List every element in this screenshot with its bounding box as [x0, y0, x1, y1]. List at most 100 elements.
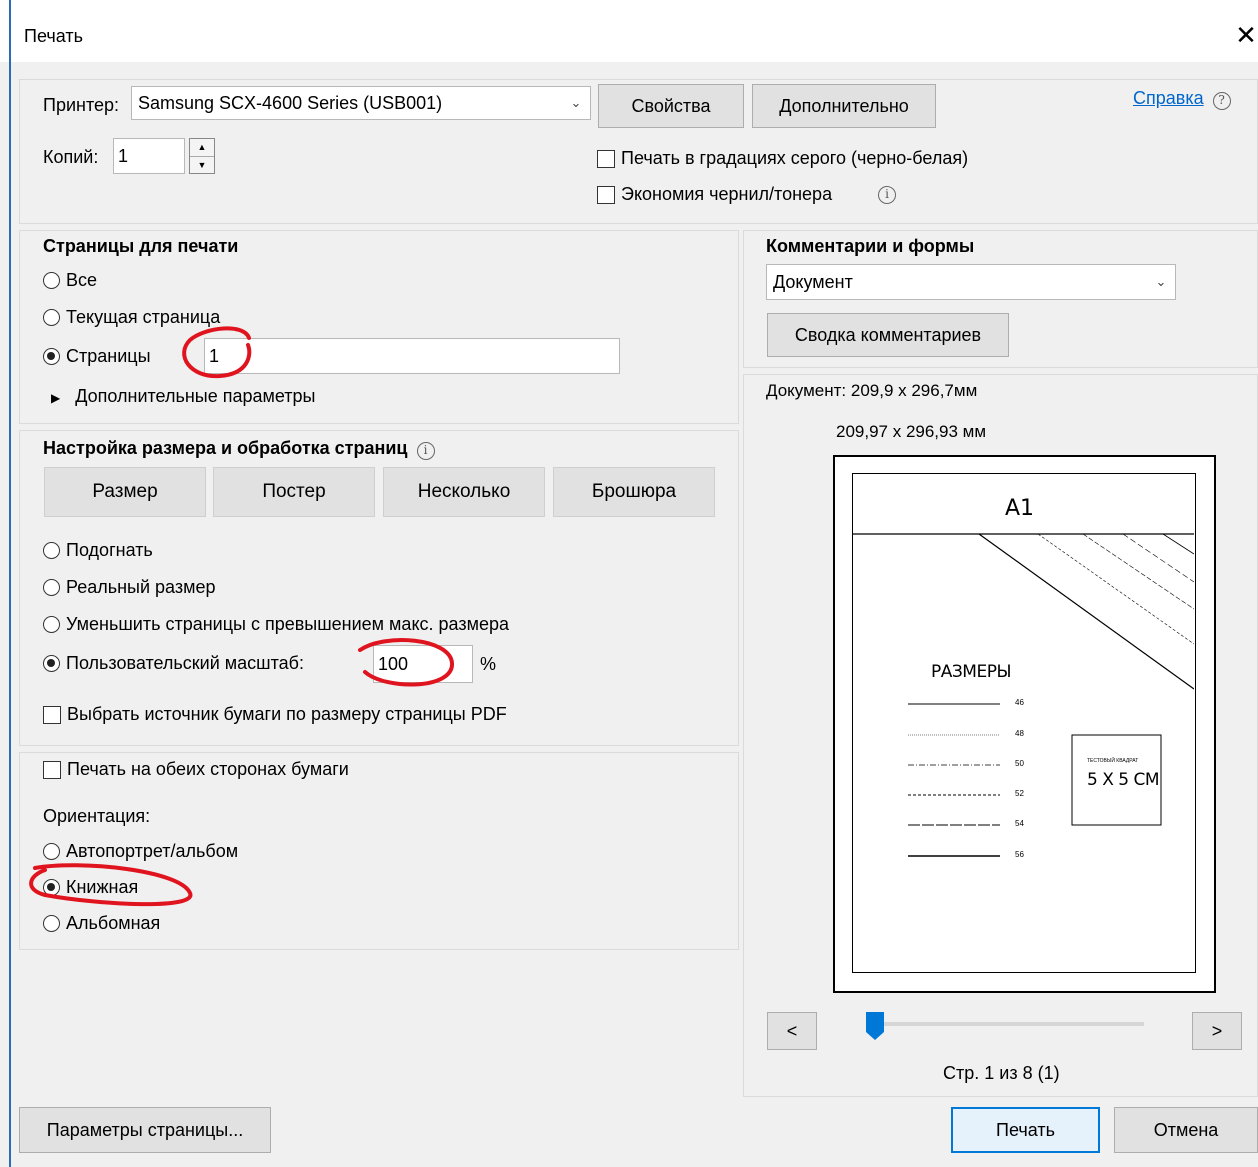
radio-landscape[interactable]: Альбомная: [43, 913, 160, 934]
chevron-down-icon: ⌄: [1155, 274, 1167, 289]
preview-page-title: A1: [1005, 496, 1035, 521]
page-preview: A1 РАЗМЕРЫ 46 48 50 52 54 56 ТЕСТОВЫЙ КВ…: [852, 473, 1196, 973]
chevron-down-icon: ⌄: [570, 95, 582, 110]
checkbox-box[interactable]: [43, 760, 61, 779]
radio-dot-selected[interactable]: [43, 879, 60, 896]
copies-stepper[interactable]: ▲ ▼: [189, 138, 215, 174]
save-ink-label: Экономия чернил/тонера: [621, 184, 833, 204]
radio-portrait-label: Книжная: [66, 877, 139, 897]
next-page-button[interactable]: >: [1192, 1012, 1242, 1050]
advanced-button[interactable]: Дополнительно: [752, 84, 936, 128]
help-icon[interactable]: ?: [1212, 92, 1231, 110]
help-link-wrap: Справка ?: [1133, 88, 1231, 110]
radio-dot-selected[interactable]: [43, 655, 60, 672]
preview-sizes-heading: РАЗМЕРЫ: [931, 662, 1011, 682]
preview-box-text: 5 X 5 СМ: [1087, 770, 1160, 790]
paper-size: 209,97 x 296,93 мм: [836, 422, 987, 441]
more-options-toggle[interactable]: ▶ Дополнительные параметры: [51, 386, 316, 407]
printer-label: Принтер:: [43, 95, 120, 115]
grayscale-label: Печать в градациях серого (черно-белая): [621, 148, 969, 168]
radio-page-range[interactable]: Страницы: [43, 346, 151, 367]
preview-size-label: 50: [1015, 759, 1024, 768]
comments-summary-button[interactable]: Сводка комментариев: [767, 313, 1009, 357]
page-range-input[interactable]: 1: [204, 338, 620, 374]
radio-dot[interactable]: [43, 579, 60, 596]
copies-label: Копий:: [43, 147, 99, 167]
percent-label: %: [480, 654, 497, 674]
radio-landscape-label: Альбомная: [66, 913, 161, 933]
preview-size-label: 52: [1015, 789, 1024, 798]
radio-fit[interactable]: Подогнать: [43, 540, 153, 561]
radio-dot[interactable]: [43, 843, 60, 860]
paper-source-checkbox[interactable]: Выбрать источник бумаги по размеру стран…: [43, 704, 507, 725]
paper-source-label: Выбрать источник бумаги по размеру стран…: [67, 704, 507, 724]
preview-size-label: 46: [1015, 698, 1024, 707]
tab-size[interactable]: Размер: [44, 467, 206, 517]
stepper-down-icon[interactable]: ▼: [190, 157, 214, 174]
radio-custom-scale[interactable]: Пользовательский масштаб:: [43, 653, 304, 674]
duplex-checkbox[interactable]: Печать на обеих сторонах бумаги: [43, 759, 349, 780]
radio-auto-orientation[interactable]: Автопортрет/альбом: [43, 841, 238, 862]
sizing-title-text: Настройка размера и обработка страниц: [43, 438, 408, 458]
sizing-section-title: Настройка размера и обработка страниц i: [43, 438, 435, 460]
stepper-up-icon[interactable]: ▲: [190, 139, 214, 157]
radio-dot[interactable]: [43, 616, 60, 633]
copies-input[interactable]: 1: [113, 138, 185, 174]
tab-multiple[interactable]: Несколько: [383, 467, 545, 517]
comments-select-value: Документ: [773, 271, 853, 292]
checkbox-box[interactable]: [43, 705, 61, 724]
cancel-button[interactable]: Отмена: [1114, 1107, 1258, 1153]
save-ink-checkbox[interactable]: Экономия чернил/тонера i: [597, 184, 897, 205]
radio-dot-selected[interactable]: [43, 348, 60, 365]
help-link[interactable]: Справка: [1133, 88, 1204, 108]
radio-all-pages[interactable]: Все: [43, 270, 97, 291]
radio-custom-scale-label: Пользовательский масштаб:: [66, 653, 304, 673]
tab-poster[interactable]: Постер: [213, 467, 375, 517]
duplex-label: Печать на обеих сторонах бумаги: [67, 759, 349, 779]
prev-page-button[interactable]: <: [767, 1012, 817, 1050]
radio-portrait[interactable]: Книжная: [43, 877, 138, 898]
printer-select[interactable]: Samsung SCX-4600 Series (USB001) ⌄: [131, 86, 591, 120]
pages-section-title: Страницы для печати: [43, 236, 239, 256]
radio-shrink[interactable]: Уменьшить страницы с превышением макс. р…: [43, 614, 509, 635]
preview-size-label: 48: [1015, 729, 1024, 738]
page-setup-button[interactable]: Параметры страницы...: [19, 1107, 271, 1153]
page-slider-track[interactable]: [874, 1022, 1144, 1026]
radio-shrink-label: Уменьшить страницы с превышением макс. р…: [66, 614, 510, 634]
more-options-label: Дополнительные параметры: [75, 386, 316, 406]
info-icon[interactable]: i: [416, 442, 435, 460]
page-slider-thumb[interactable]: [866, 1012, 884, 1040]
radio-actual-size[interactable]: Реальный размер: [43, 577, 216, 598]
printer-select-value: Samsung SCX-4600 Series (USB001): [138, 92, 443, 113]
preview-box-caption: ТЕСТОВЫЙ КВАДРАТ: [1087, 758, 1139, 764]
page-counter: Стр. 1 из 8 (1): [943, 1063, 1060, 1083]
preview-size-label: 56: [1015, 850, 1024, 859]
checkbox-box[interactable]: [597, 185, 615, 204]
window-left-border: [9, 0, 11, 1167]
title-bar: Печать ✕: [0, 0, 1258, 62]
document-size: Документ: 209,9 x 296,7мм: [766, 381, 978, 400]
preview-drawing: [853, 533, 1194, 857]
print-button[interactable]: Печать: [951, 1107, 1100, 1153]
preview-size-label: 54: [1015, 819, 1024, 828]
custom-scale-input[interactable]: 100: [373, 645, 473, 683]
radio-fit-label: Подогнать: [66, 540, 153, 560]
comments-select[interactable]: Документ ⌄: [766, 264, 1176, 300]
radio-current-page-label: Текущая страница: [66, 307, 221, 327]
triangle-right-icon: ▶: [51, 391, 61, 405]
checkbox-box[interactable]: [597, 149, 615, 168]
radio-dot[interactable]: [43, 542, 60, 559]
window-title: Печать: [24, 26, 83, 46]
radio-current-page[interactable]: Текущая страница: [43, 307, 220, 328]
grayscale-checkbox[interactable]: Печать в градациях серого (черно-белая): [597, 148, 968, 169]
info-icon[interactable]: i: [878, 185, 897, 204]
tab-booklet[interactable]: Брошюра: [553, 467, 715, 517]
close-icon[interactable]: ✕: [1234, 20, 1258, 50]
radio-dot[interactable]: [43, 915, 60, 932]
radio-all-pages-label: Все: [66, 270, 98, 290]
radio-auto-orientation-label: Автопортрет/альбом: [66, 841, 239, 861]
radio-page-range-label: Страницы: [66, 346, 151, 366]
properties-button[interactable]: Свойства: [598, 84, 744, 128]
radio-dot[interactable]: [43, 272, 60, 289]
radio-dot[interactable]: [43, 309, 60, 326]
